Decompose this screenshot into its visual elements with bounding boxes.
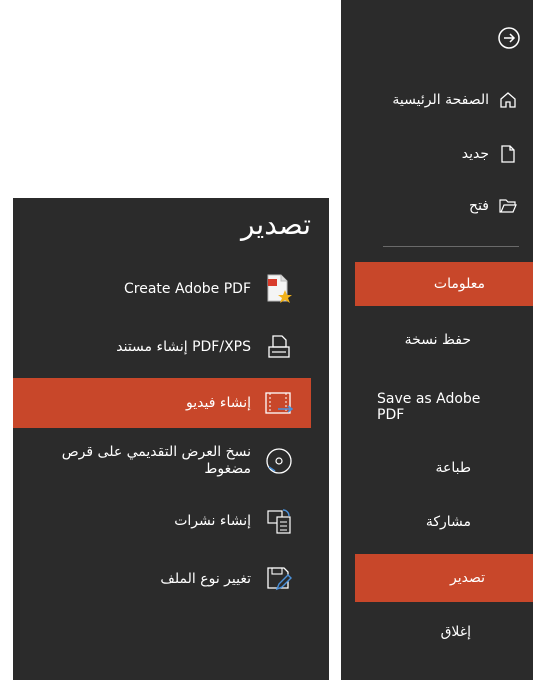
adobe-pdf-icon: [261, 271, 297, 307]
nav-item-label: Save as Adobe PDF: [377, 391, 481, 423]
nav-item-label: إغلاق: [440, 624, 471, 640]
nav-item-label: الصفحة الرئيسية: [392, 92, 489, 108]
option-package-cd[interactable]: نسخ العرض التقديمي على قرص مضغوط: [13, 434, 311, 488]
nav-item-label: حفظ نسخة: [404, 332, 471, 348]
nav-item-label: مشاركة: [425, 514, 471, 530]
nav-item-close[interactable]: إغلاق: [341, 610, 533, 654]
nav-item-share[interactable]: مشاركة: [341, 500, 533, 544]
video-icon: [261, 385, 297, 421]
option-label: إنشاء فيديو: [186, 394, 251, 411]
nav-item-save-adobe-pdf[interactable]: Save as Adobe PDF: [341, 382, 491, 432]
change-file-type-icon: [261, 561, 297, 597]
nav-item-info[interactable]: معلومات: [355, 262, 533, 306]
nav-item-save-copy[interactable]: حفظ نسخة: [341, 318, 533, 362]
option-create-video[interactable]: إنشاء فيديو: [13, 378, 311, 428]
nav-item-label: فتح: [469, 198, 489, 214]
backstage-nav: الصفحة الرئيسية جديد فتح معلومات حفظ نسخ…: [341, 0, 533, 680]
page-title: تصدير: [240, 208, 311, 241]
nav-item-label: معلومات: [433, 276, 485, 292]
option-label: تغيير نوع الملف: [160, 570, 251, 587]
nav-item-label: تصدير: [449, 570, 485, 586]
nav-item-print[interactable]: طباعة: [341, 446, 533, 490]
option-label: إنشاء مستند PDF/XPS: [116, 338, 251, 355]
pdf-xps-icon: [261, 329, 297, 365]
nav-item-export[interactable]: تصدير: [355, 554, 533, 602]
option-change-file-type[interactable]: تغيير نوع الملف: [13, 554, 311, 604]
open-folder-icon: [497, 195, 519, 217]
home-icon: [497, 89, 519, 111]
nav-item-open[interactable]: فتح: [341, 184, 533, 228]
nav-item-label: طباعة: [435, 460, 472, 476]
nav-item-new[interactable]: جديد: [341, 132, 533, 176]
option-label: نسخ العرض التقديمي على قرص مضغوط: [61, 444, 251, 477]
back-arrow-icon[interactable]: [497, 26, 521, 50]
nav-item-home[interactable]: الصفحة الرئيسية: [341, 78, 533, 122]
nav-item-label: جديد: [461, 146, 489, 162]
nav-divider: [383, 246, 519, 247]
handouts-icon: [261, 503, 297, 539]
cd-icon: [261, 443, 297, 479]
option-label: Create Adobe PDF: [124, 280, 251, 297]
option-label: إنشاء نشرات: [174, 512, 251, 529]
new-document-icon: [497, 143, 519, 165]
export-panel: تصدير Create Adobe PDF إنشاء مستند PDF/X…: [13, 198, 329, 680]
option-create-pdf-xps[interactable]: إنشاء مستند PDF/XPS: [13, 322, 311, 372]
option-create-adobe-pdf[interactable]: Create Adobe PDF: [13, 264, 311, 314]
option-create-handouts[interactable]: إنشاء نشرات: [13, 496, 311, 546]
